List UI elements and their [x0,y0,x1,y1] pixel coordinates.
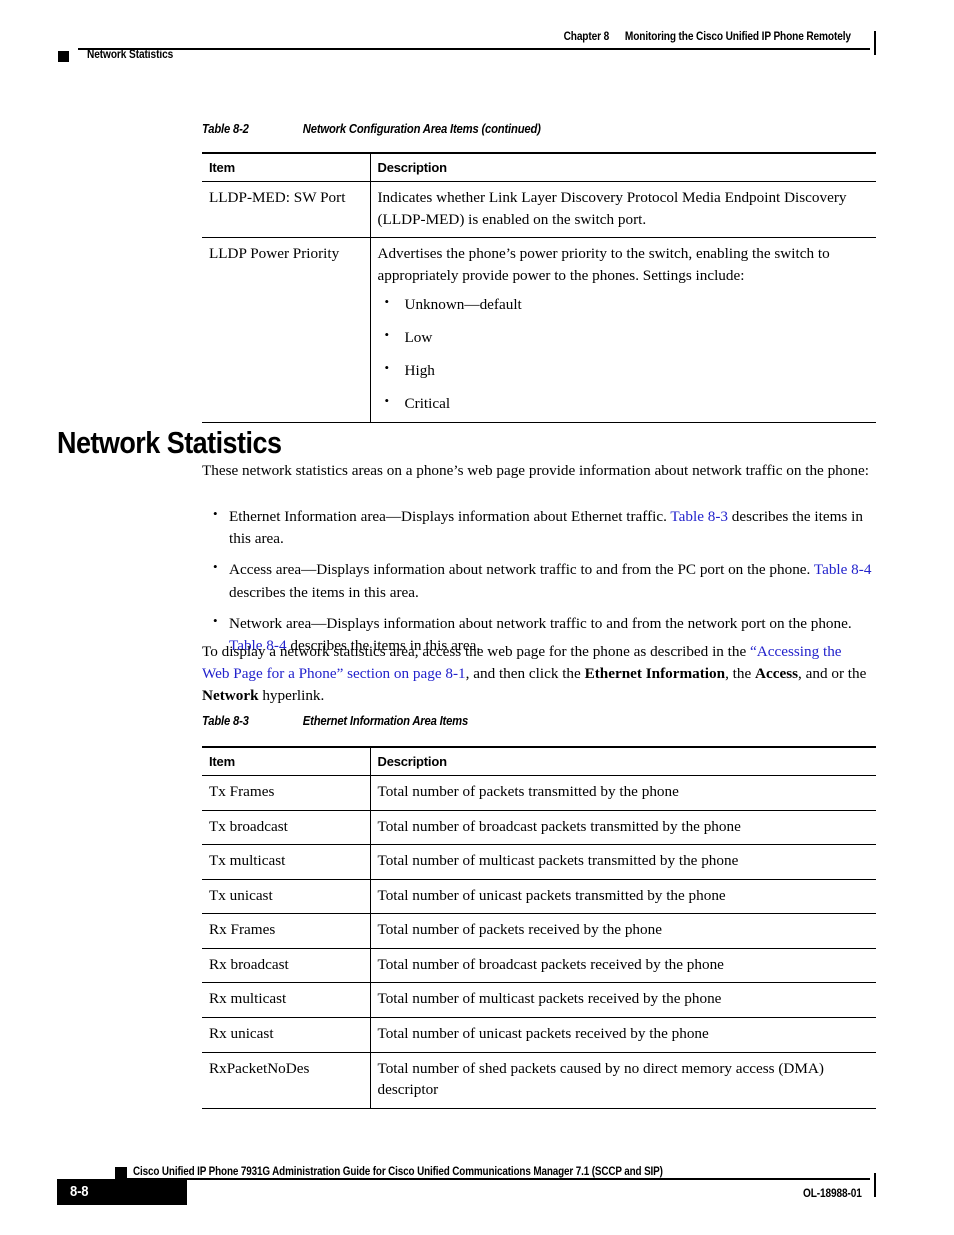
table-8-3-caption-title: Ethernet Information Area Items [302,714,469,728]
table-row: Tx unicast Total number of unicast packe… [202,879,876,915]
table-8-2-row-1-description-text: Advertises the phone’s power priority to… [377,245,830,284]
header-section-title: Network Statistics [87,49,174,61]
list-item: Unknown—default [378,294,870,315]
footer-right-tick [873,1173,876,1197]
table-row: Tx broadcast Total number of broadcast p… [202,810,876,846]
table-8-3-row-3-description: Total number of unicast packets transmit… [369,879,876,915]
table-8-2-col-item: Item [202,152,370,182]
section-closing-block: To display a network statistics area, ac… [202,641,872,708]
table-8-2-row-1-item: LLDP Power Priority [202,237,370,424]
table-8-3-row-8-item: RxPacketNoDes [202,1052,370,1109]
footer-bullet-square-icon [115,1167,127,1179]
table-8-3-row-8-description: Total number of shed packets caused by n… [369,1052,876,1109]
table-8-3-row-2-item: Tx multicast [202,844,370,880]
section-intro-paragraph: These network statistics areas on a phon… [202,462,869,479]
table-8-3-row-7-description: Total number of unicast packets received… [369,1017,876,1053]
table-8-3-row-4-description: Total number of packets received by the … [369,913,876,949]
page-running-header: Chapter 8 Monitoring the Cisco Unified I… [0,0,954,78]
table-row: Tx Frames Total number of packets transm… [202,775,876,811]
table-8-3-caption: Table 8-3 Ethernet Information Area Items [202,714,468,728]
footer-rule [115,1178,870,1180]
table-8-2-row-1-description: Advertises the phone’s power priority to… [369,237,876,424]
table-8-3-row-0-description: Total number of packets transmitted by t… [369,775,876,811]
list-item: Critical [378,393,870,414]
table-8-2-caption-number: Table 8-2 [202,122,249,136]
table-8-2-row-0-item: LLDP-MED: SW Port [202,181,370,239]
table-row: LLDP-MED: SW Port Indicates whether Link… [202,181,876,239]
section-bullet-list: Ethernet Information area—Displays infor… [202,505,872,657]
table-8-2-row-0-description-text: Indicates whether Link Layer Discovery P… [377,189,847,228]
table-8-3-row-5-description: Total number of broadcast packets receiv… [369,948,876,984]
table-8-3-col-item: Item [202,746,370,776]
table-row: Rx unicast Total number of unicast packe… [202,1017,876,1053]
table-8-3-row-0-item: Tx Frames [202,775,370,811]
table-8-2-header-row: Item Description [202,152,876,182]
bullet-0-table-link[interactable]: Table 8-3 [670,508,728,525]
footer-page-number: 8-8 [70,1184,89,1200]
table-8-3-row-5-item: Rx broadcast [202,948,370,984]
closing-part-1: To display a network statistics area, ac… [202,643,751,660]
table-8-3: Item Description Tx Frames Total number … [202,746,876,1109]
table-8-2-col-description: Description [369,152,876,182]
table-row: LLDP Power Priority Advertises the phone… [202,237,876,424]
footer-guide-title: Cisco Unified IP Phone 7931G Administrat… [133,1166,663,1178]
list-item: Access area—Displays information about n… [202,558,872,603]
bullet-1-table-link[interactable]: Table 8-4 [814,561,872,578]
table-8-2-caption-title: Network Configuration Area Items (contin… [302,122,541,136]
table-8-3-col-description: Description [369,746,876,776]
section-closing-paragraph: To display a network statistics area, ac… [202,641,872,708]
header-chapter-label: Chapter 8 [563,31,609,43]
closing-part-2: , and then click the [465,665,585,683]
footer-document-id: OL-18988-01 [803,1188,862,1200]
header-right-tick [873,31,876,55]
table-8-2-caption: Table 8-2 Network Configuration Area Item… [202,122,541,136]
table-8-3-row-3-item: Tx unicast [202,879,370,915]
table-8-3-row-4-item: Rx Frames [202,913,370,949]
table-8-2-row-1-settings-list: Unknown—default Low High Critical [378,294,870,414]
access-hyperlink-label: Access [755,665,799,683]
bullet-1-pre: Access area—Displays information about n… [229,561,814,579]
header-chapter-title: Monitoring the Cisco Unified IP Phone Re… [624,31,851,43]
table-row: RxPacketNoDes Total number of shed packe… [202,1052,876,1109]
bullet-1-post: describes the items in this area. [229,583,419,601]
network-hyperlink-label: Network [202,687,259,705]
table-row: Rx multicast Total number of multicast p… [202,982,876,1019]
table-8-3-row-1-item: Tx broadcast [202,810,370,846]
table-8-3-header-row: Item Description [202,746,876,776]
section-intro-block: These network statistics areas on a phon… [202,460,872,482]
list-item: Low [378,327,870,348]
table-8-3-row-1-description: Total number of broadcast packets transm… [369,810,876,846]
table-row: Tx multicast Total number of multicast p… [202,844,876,880]
closing-part-5: hyperlink. [258,687,325,705]
table-8-3-row-7-item: Rx unicast [202,1017,370,1053]
table-8-3-row-6-description: Total number of multicast packets receiv… [369,982,876,1019]
page-running-footer: Cisco Unified IP Phone 7931G Administrat… [0,1145,954,1235]
table-8-2: Item Description LLDP-MED: SW Port Indic… [202,152,876,424]
table-row: Rx broadcast Total number of broadcast p… [202,948,876,984]
bullet-0-pre: Ethernet Information area—Displays infor… [229,508,671,525]
closing-part-3: , the [725,665,756,683]
header-rule [78,48,870,50]
table-8-3-caption-number: Table 8-3 [202,714,249,728]
header-chapter-line: Chapter 8 Monitoring the Cisco Unified I… [563,31,850,43]
header-bullet-square-icon [58,51,69,62]
page-title: Network Statistics [57,424,282,460]
list-item: High [378,360,870,381]
table-8-2-row-0-description: Indicates whether Link Layer Discovery P… [369,181,876,239]
ethernet-information-hyperlink-label: Ethernet Information [584,665,726,683]
closing-part-4: , and or the [798,665,867,683]
list-item: Ethernet Information area—Displays infor… [202,505,872,550]
table-8-3-row-2-description: Total number of multicast packets transm… [369,844,876,880]
table-8-3-row-6-item: Rx multicast [202,982,370,1019]
bullet-2-pre: Network area—Displays information about … [229,614,852,632]
table-row: Rx Frames Total number of packets receiv… [202,913,876,949]
